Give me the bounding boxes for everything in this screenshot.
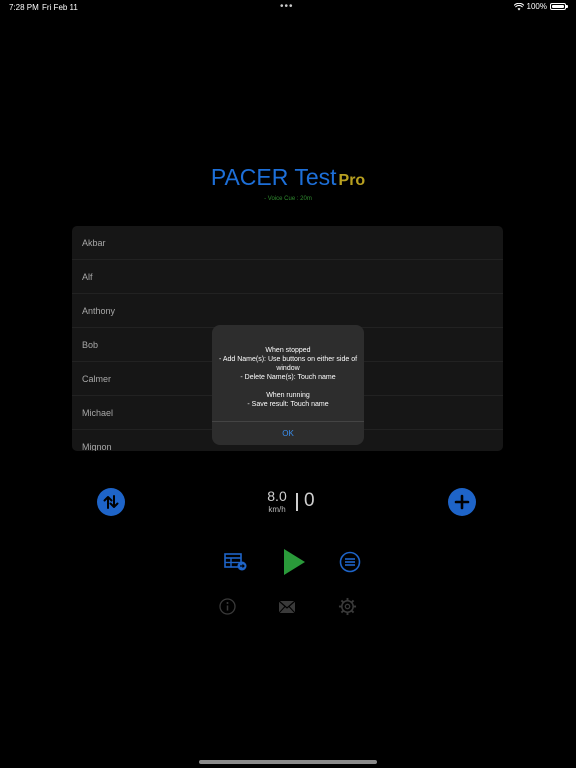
menu-list-icon[interactable]	[339, 551, 361, 573]
speed-unit: km/h	[268, 505, 286, 514]
alert-message: When stopped - Add Name(s): Use buttons …	[212, 325, 364, 409]
info-icon[interactable]	[219, 598, 236, 615]
status-right: 100%	[513, 2, 568, 11]
multitasking-dots[interactable]: •••	[280, 1, 294, 12]
plus-icon	[454, 494, 470, 510]
list-item[interactable]: Alf	[72, 260, 503, 294]
lap-count: 0	[304, 490, 315, 511]
sort-button[interactable]	[97, 488, 125, 516]
sort-arrows-icon	[103, 495, 119, 509]
alert-delete-instruction: - Delete Name(s): Touch name	[240, 374, 336, 381]
alert-running-heading: When running	[266, 392, 310, 399]
ok-button[interactable]: OK	[212, 421, 364, 445]
pro-badge: Pro	[338, 172, 366, 189]
status-bar: 7:28 PM Fri Feb 11 ••• 100%	[0, 0, 576, 14]
list-item[interactable]: Akbar	[72, 226, 503, 260]
alert-stopped-heading: When stopped	[265, 347, 311, 354]
list-item[interactable]: Anthony	[72, 294, 503, 328]
play-icon[interactable]	[282, 548, 306, 576]
home-indicator[interactable]	[199, 760, 377, 764]
alert-add-instruction: - Add Name(s): Use buttons on either sid…	[218, 356, 358, 372]
voice-cue-label: - Voice Cue : 20m	[264, 196, 312, 202]
wifi-icon	[513, 2, 524, 10]
results-table-icon[interactable]	[224, 552, 248, 572]
add-name-button[interactable]	[448, 488, 476, 516]
app-title: PACER Test Pro	[0, 164, 576, 191]
battery-percent: 100%	[526, 2, 547, 11]
alert-save-instruction: - Save result: Touch name	[247, 401, 329, 408]
help-alert: When stopped - Add Name(s): Use buttons …	[212, 325, 364, 445]
mail-icon[interactable]	[278, 600, 296, 614]
app-screen: 7:28 PM Fri Feb 11 ••• 100% PACER Test Pr…	[0, 0, 576, 768]
status-time: 7:28 PM	[9, 3, 39, 12]
speed-divider	[296, 493, 298, 511]
title-text: PACER Test	[210, 164, 337, 190]
gear-icon[interactable]	[338, 597, 357, 616]
battery-icon	[550, 3, 568, 10]
speed-value: 8.0	[267, 488, 287, 504]
speed-display: 8.0 km/h	[262, 488, 292, 514]
status-date: Fri Feb 11	[42, 3, 78, 12]
